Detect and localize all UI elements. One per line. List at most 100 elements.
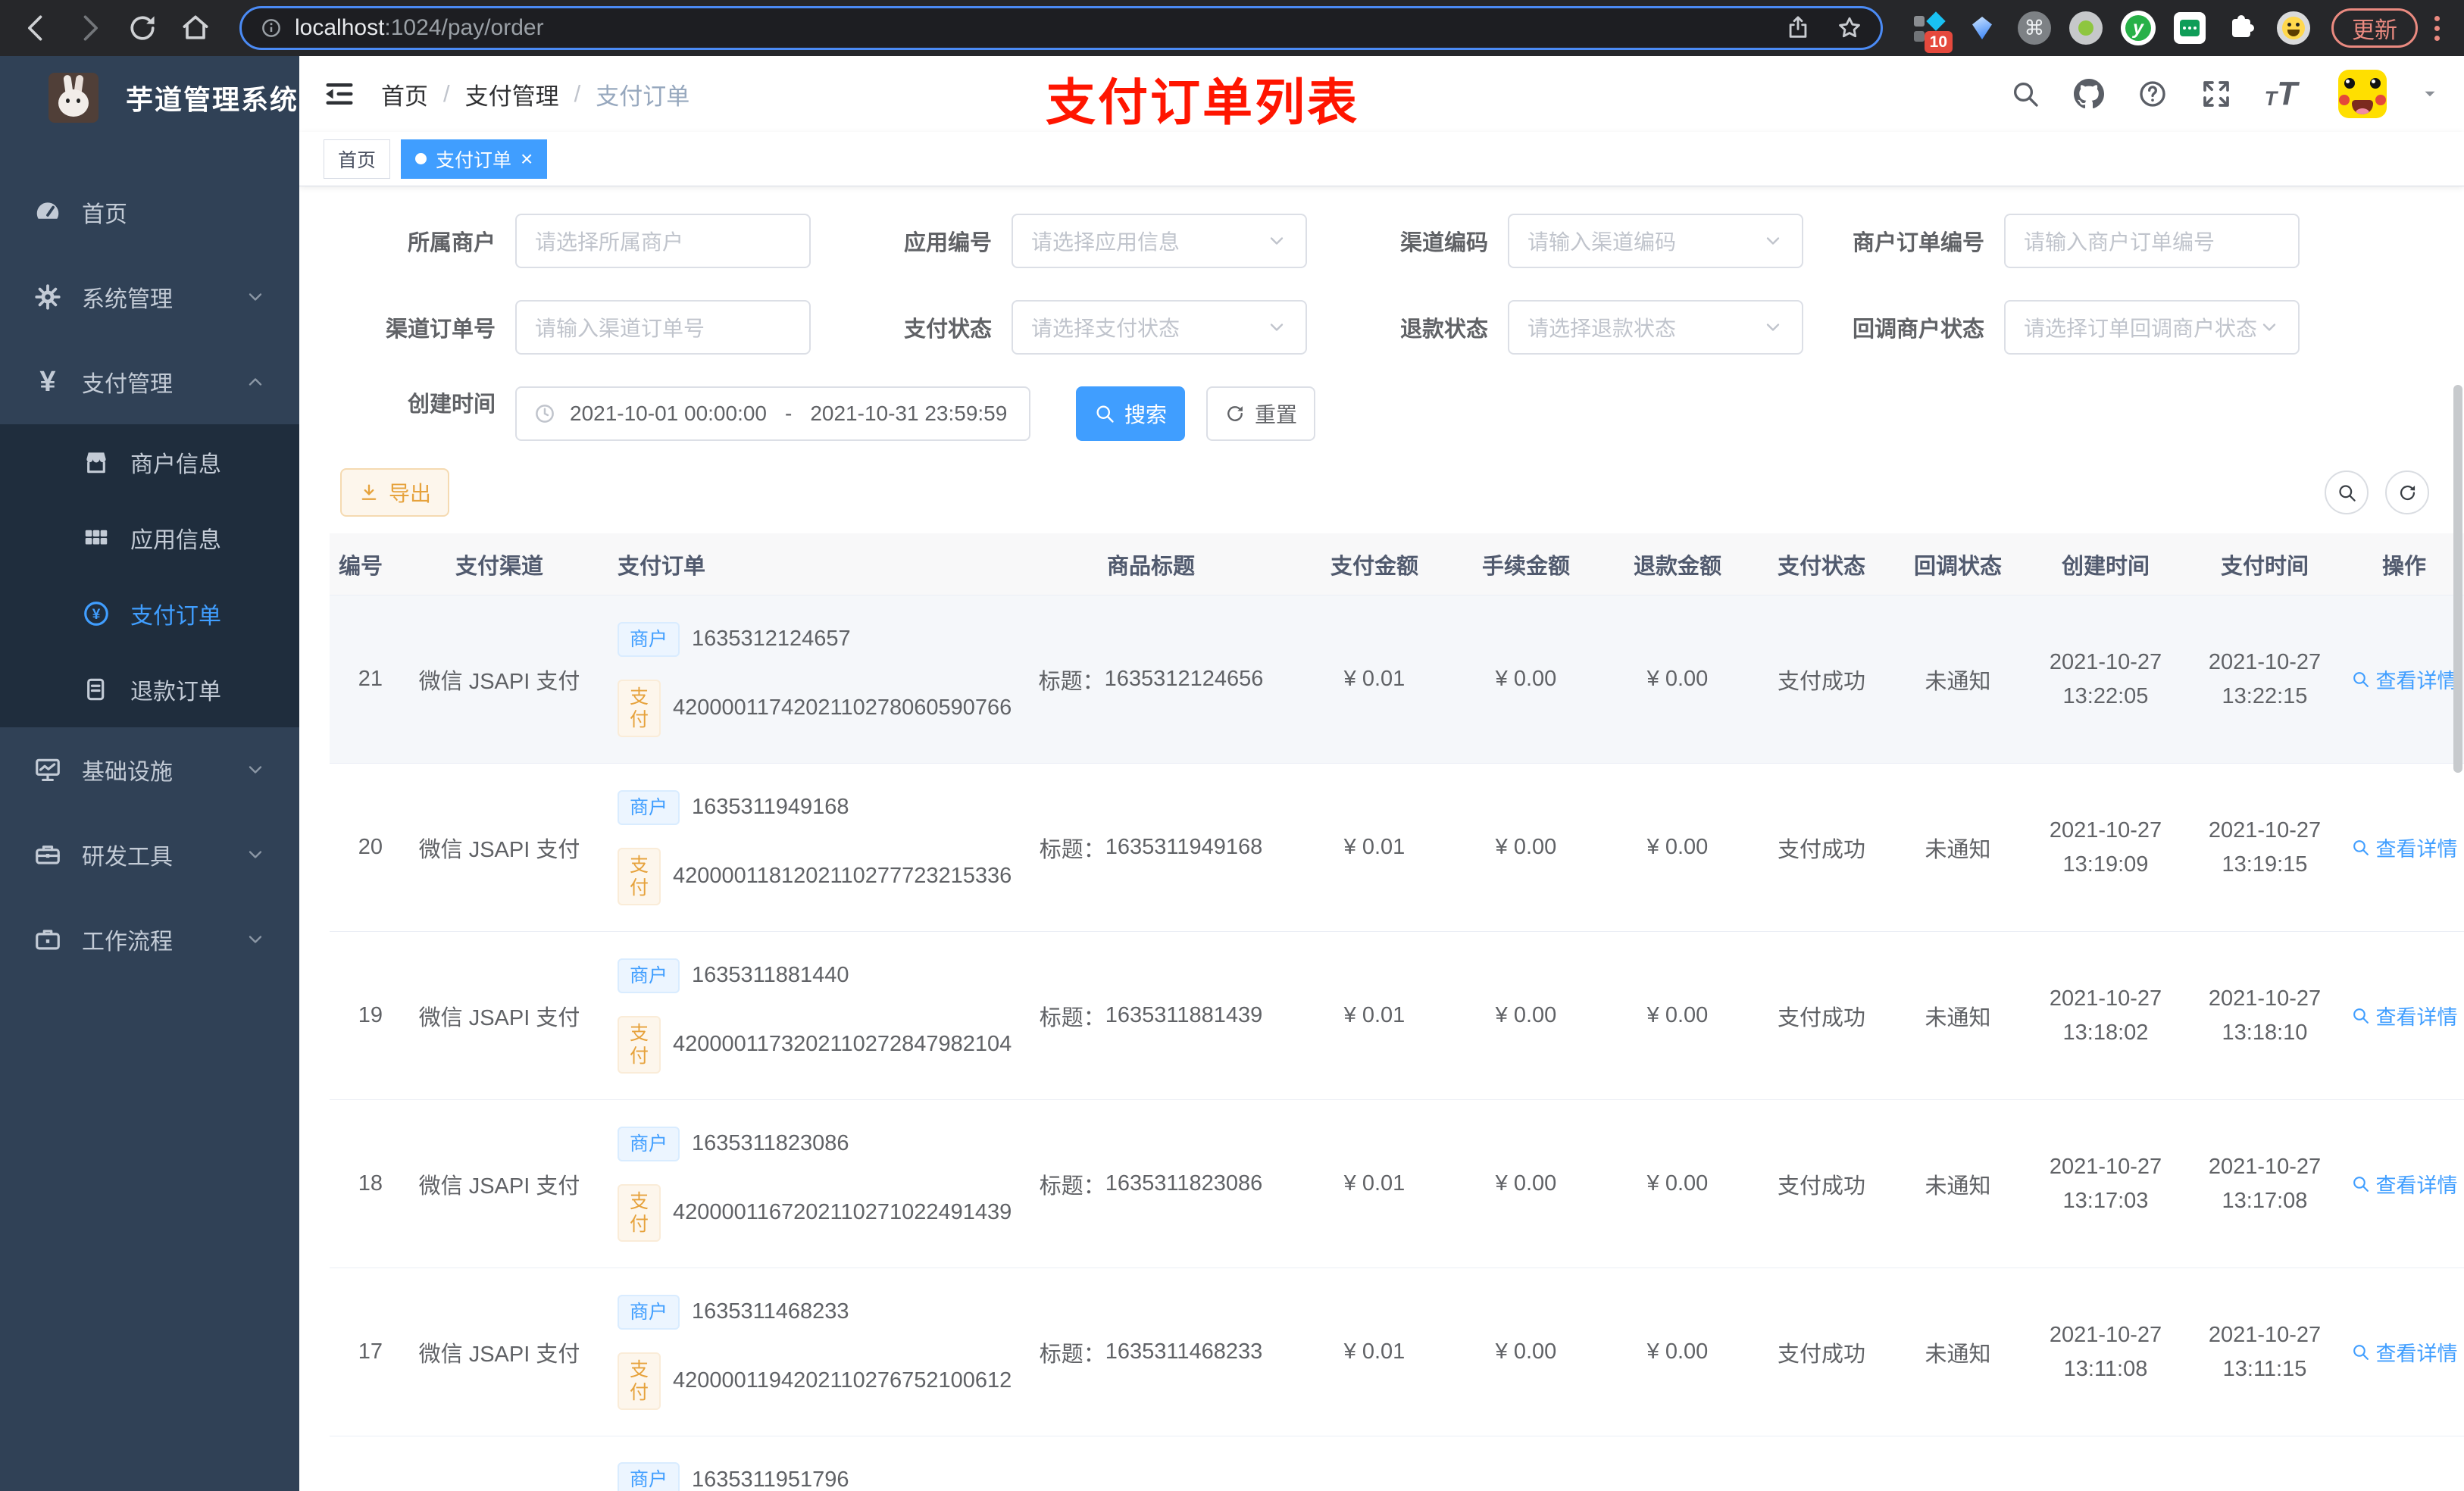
- chevron-down-icon: [245, 929, 266, 950]
- bookmark-star-icon[interactable]: [1837, 15, 1862, 41]
- view-detail-link[interactable]: 查看详情: [2351, 1169, 2458, 1199]
- filter-input[interactable]: 请输入渠道订单号: [515, 300, 811, 355]
- order-number: 1635311951796: [692, 1467, 849, 1491]
- page-scrollbar[interactable]: [2453, 385, 2462, 773]
- forward-icon[interactable]: [73, 11, 106, 45]
- filter-select[interactable]: 请选择应用信息: [1012, 214, 1307, 268]
- pay-order-line: 支付 4200001194202110276752100612: [618, 1352, 1012, 1410]
- view-detail-link[interactable]: 查看详情: [2351, 1001, 2458, 1030]
- sidebar-item-9[interactable]: 工作流程: [0, 897, 299, 982]
- merchant-order-line: 商户 1635311951796: [618, 1462, 849, 1491]
- filter-select[interactable]: 请输入渠道编码: [1508, 214, 1803, 268]
- time-line: 13:11:08: [2063, 1356, 2148, 1381]
- sidebar-item-8[interactable]: 研发工具: [0, 812, 299, 897]
- app-logo-row[interactable]: 芋道管理系统: [0, 56, 299, 139]
- back-icon[interactable]: [20, 11, 53, 45]
- chat-extension-icon[interactable]: [2174, 12, 2206, 44]
- sidebar-item-3[interactable]: 商户信息: [0, 424, 299, 500]
- reset-button[interactable]: 重置: [1206, 386, 1316, 441]
- cell-notify-status: 未通知: [1925, 1005, 1991, 1030]
- export-button[interactable]: 导出: [340, 468, 450, 517]
- user-avatar[interactable]: [2338, 70, 2387, 118]
- tab-pay-order[interactable]: 支付订单: [401, 139, 548, 179]
- share-icon[interactable]: [1785, 15, 1811, 41]
- order-number: 4200001167202110271022491439: [673, 1200, 1012, 1224]
- cell-title: 标题： 1635311881439: [1003, 1000, 1299, 1032]
- merchant-tag: 商户: [618, 789, 680, 825]
- cell-pay-order: 商户 1635311949168 支付 42000011812021102777232…: [605, 789, 1012, 905]
- chrome-update-button[interactable]: 更新: [2331, 8, 2418, 48]
- table-header-row: 编号 支付渠道 支付订单 商品标题 支付金额 手续金额 退款金额 支付状态 回调状态 创建时间 支付…: [330, 533, 2464, 595]
- table-row: 19 微信 JSAPI 支付 商户 1635311881440 支付 4200001173…: [330, 932, 2464, 1100]
- view-detail-link[interactable]: 查看详情: [2351, 664, 2458, 694]
- filter-input[interactable]: 请输入商户订单编号: [2004, 214, 2300, 268]
- filter-input[interactable]: 请选择所属商户: [515, 214, 811, 268]
- tab-home[interactable]: 首页: [324, 139, 391, 179]
- sidebar-item-0[interactable]: 首页: [0, 170, 299, 255]
- pay-tag: 支付: [618, 847, 661, 905]
- navbar: 首页 / 支付管理 / 支付订单 支付订单列表: [299, 56, 2464, 132]
- opened-tabs-bar: 首页 支付订单: [299, 132, 2464, 186]
- merchant-tag: 商户: [618, 621, 680, 657]
- command-extension-icon[interactable]: [2018, 11, 2051, 45]
- cell-notify-status: 未通知: [1925, 837, 1991, 862]
- order-number: 1635311881440: [692, 963, 849, 987]
- placeholder-text: 请选择所属商户: [535, 230, 684, 254]
- fullscreen-icon[interactable]: [2201, 79, 2231, 109]
- dashboard-icon: [33, 198, 62, 227]
- header-search-icon[interactable]: [2010, 79, 2040, 109]
- site-info-icon[interactable]: [260, 17, 283, 39]
- date-start-value: 2021-10-01 00:00:00: [570, 402, 767, 425]
- column-header: 创建时间: [2061, 554, 2150, 579]
- close-tab-icon[interactable]: [521, 148, 533, 170]
- cell-pay-status: 支付成功: [1777, 837, 1865, 862]
- sidebar-item-1[interactable]: 系统管理: [0, 255, 299, 339]
- yudao-extension-icon[interactable]: [2121, 11, 2156, 45]
- url-bar[interactable]: localhost :1024/pay/order: [239, 6, 1883, 50]
- pay-order-line: 支付 4200001167202110271022491439: [618, 1183, 1012, 1242]
- reload-icon[interactable]: [126, 11, 159, 45]
- date-line: 2021-10-27: [2208, 986, 2322, 1011]
- order-number: 1635312124657: [692, 627, 851, 651]
- sidebar-item-5[interactable]: ¥ 支付订单: [0, 576, 299, 652]
- title-prefix: 标题：: [1038, 669, 1105, 694]
- view-detail-link[interactable]: 查看详情: [2351, 1337, 2458, 1367]
- extension-icon[interactable]: 10: [1912, 11, 1953, 53]
- filter-select[interactable]: 请选择订单回调商户状态: [2004, 300, 2300, 355]
- view-detail-label: 查看详情: [2375, 1174, 2458, 1197]
- table-toolbar: 导出: [340, 468, 2429, 517]
- cell-channel: 微信 JSAPI 支付: [418, 669, 580, 694]
- column-header: 编号: [338, 554, 383, 579]
- help-icon[interactable]: [2137, 79, 2168, 109]
- toggle-search-button[interactable]: [2325, 470, 2369, 514]
- filter-select[interactable]: 请选择支付状态: [1012, 300, 1307, 355]
- font-size-icon[interactable]: [2265, 80, 2297, 107]
- github-icon[interactable]: [2073, 79, 2104, 109]
- refresh-table-button[interactable]: [2385, 470, 2429, 514]
- sidebar-item-4[interactable]: 应用信息: [0, 500, 299, 576]
- avatar-caret-icon[interactable]: [2420, 84, 2440, 104]
- breadcrumb-pay-manage[interactable]: 支付管理: [465, 77, 559, 111]
- recorder-extension-icon[interactable]: [2069, 11, 2103, 45]
- sidebar-item-7[interactable]: 基础设施: [0, 727, 299, 812]
- cell-pay-order: 商户 1635311823086 支付 42000011672021102710224…: [605, 1126, 1012, 1242]
- collapse-sidebar-icon[interactable]: [324, 78, 355, 110]
- date-range-input[interactable]: 2021-10-01 00:00:00 - 2021-10-31 23:59:5…: [515, 386, 1030, 441]
- view-detail-link[interactable]: 查看详情: [2351, 833, 2458, 862]
- briefcase-icon: [33, 925, 62, 954]
- profile-avatar[interactable]: [2277, 11, 2310, 45]
- active-dot: [415, 153, 427, 164]
- home-icon[interactable]: [179, 11, 212, 45]
- table-row: 21 微信 JSAPI 支付 商户 1635312124657 支付 4200001174…: [330, 595, 2464, 764]
- gem-extension-icon[interactable]: [1965, 11, 2000, 45]
- cell-amount: ¥ 0.01: [1343, 1339, 1406, 1364]
- filter-select[interactable]: 请选择退款状态: [1508, 300, 1803, 355]
- cell-pay-time: 2021-10-27 13:22:15: [2185, 645, 2344, 714]
- sidebar-item-2[interactable]: ¥ 支付管理: [0, 339, 299, 424]
- puzzle-extensions-icon[interactable]: [2224, 11, 2259, 45]
- svg-text:¥: ¥: [92, 607, 101, 623]
- chrome-menu-icon[interactable]: [2430, 11, 2444, 45]
- sidebar-item-6[interactable]: 退款订单: [0, 652, 299, 727]
- search-button[interactable]: 搜索: [1076, 386, 1186, 441]
- breadcrumb-home[interactable]: 首页: [381, 77, 428, 111]
